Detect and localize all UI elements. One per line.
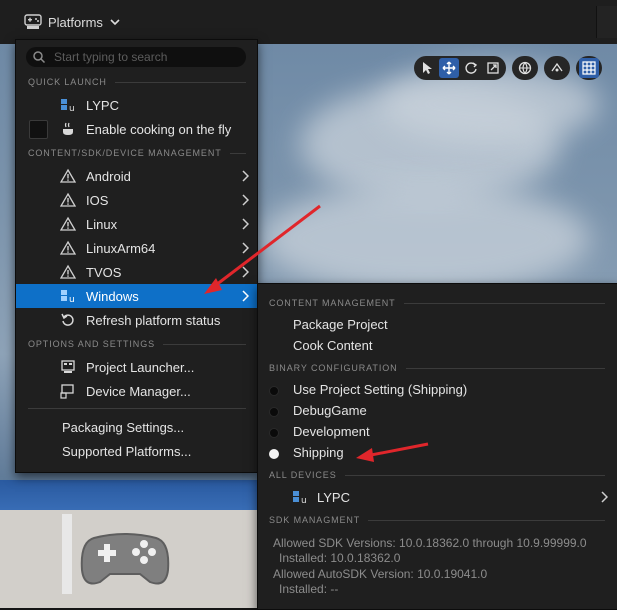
section-header-quick-launch: QUICK LAUNCH <box>28 76 246 88</box>
toolbar-edge <box>596 6 617 38</box>
chevron-right-icon <box>242 266 249 278</box>
submenu-item-shipping[interactable]: Shipping <box>293 445 344 460</box>
launcher-icon <box>61 360 75 373</box>
sdk-allowed-versions: Allowed SDK Versions: 10.0.18362.0 throu… <box>273 536 587 550</box>
menu-item-linux[interactable]: Linux <box>16 212 257 236</box>
surface-snap-icon[interactable] <box>547 58 567 78</box>
chevron-right-icon <box>242 290 249 302</box>
menu-item-device-manager[interactable]: Device Manager... <box>16 379 257 403</box>
viewport-toolbar <box>414 56 602 80</box>
grid-icon[interactable] <box>579 58 599 78</box>
select-icon[interactable] <box>417 58 437 78</box>
search-input[interactable] <box>52 49 246 65</box>
platforms-menu: QUICK LAUNCH u LYPC Enable cooking on th… <box>15 39 258 473</box>
submenu-item-debuggame[interactable]: DebugGame <box>293 403 367 418</box>
world-icon[interactable] <box>515 58 535 78</box>
search-box[interactable] <box>26 47 246 67</box>
radio-use-project-setting[interactable] <box>269 386 279 396</box>
submenu-item-use-project-setting[interactable]: Use Project Setting (Shipping) <box>293 382 467 397</box>
chevron-right-icon <box>601 491 608 503</box>
autosdk-allowed-version: Allowed AutoSDK Version: 10.0.19041.0 <box>273 567 488 581</box>
warning-icon <box>60 168 76 183</box>
warning-icon <box>60 216 76 231</box>
unreal-windows-icon: u <box>61 290 75 304</box>
chevron-right-icon <box>242 194 249 206</box>
device-label: LYPC <box>317 490 350 505</box>
unreal-windows-icon: u <box>61 99 75 113</box>
grid-tools <box>576 56 602 80</box>
device-manager-icon <box>60 384 74 399</box>
rotate-icon[interactable] <box>461 58 481 78</box>
warning-icon <box>60 264 76 279</box>
section-header-binary-configuration: BINARY CONFIGURATION <box>269 362 605 374</box>
windows-submenu: CONTENT MANAGEMENT Package Project Cook … <box>257 283 617 610</box>
section-header-content-management: CONTENT MANAGEMENT <box>269 297 605 309</box>
submenu-item-cook-content[interactable]: Cook Content <box>293 338 373 353</box>
section-header-options: OPTIONS AND SETTINGS <box>28 338 246 350</box>
svg-text:u: u <box>301 496 307 505</box>
sdk-installed: Installed: 10.0.18362.0 <box>279 551 401 565</box>
submenu-item-package-project[interactable]: Package Project <box>293 317 388 332</box>
cook-pot-icon <box>63 122 73 135</box>
menu-divider <box>28 408 246 409</box>
gamepad-icon <box>24 14 42 29</box>
menu-item-linuxarm64[interactable]: LinuxArm64 <box>16 236 257 260</box>
menu-item-enable-cooking[interactable]: Enable cooking on the fly <box>16 117 257 141</box>
menu-item-project-launcher[interactable]: Project Launcher... <box>16 355 257 379</box>
gamepad-actor-icon <box>80 533 170 585</box>
menu-item-supported-platforms[interactable]: Supported Platforms... <box>62 444 191 459</box>
radio-development[interactable] <box>269 428 279 438</box>
svg-text:u: u <box>69 295 75 304</box>
unreal-windows-icon: u <box>293 491 307 505</box>
menu-item-lypc[interactable]: u LYPC <box>16 93 257 117</box>
transform-tools <box>414 56 506 80</box>
submenu-item-lypc[interactable]: u LYPC <box>258 486 617 508</box>
cooking-checkbox[interactable] <box>29 120 48 139</box>
cloud <box>260 184 590 294</box>
section-header-all-devices: ALL DEVICES <box>269 469 605 481</box>
warning-icon <box>60 240 76 255</box>
snap-tools <box>544 56 570 80</box>
warning-icon <box>60 192 76 207</box>
autosdk-installed: Installed: -- <box>279 582 339 596</box>
menu-item-packaging-settings[interactable]: Packaging Settings... <box>62 420 184 435</box>
translate-icon[interactable] <box>439 58 459 78</box>
section-header-sdk-management: SDK MANAGMENT <box>269 514 605 526</box>
menu-item-windows[interactable]: u Windows <box>16 284 257 308</box>
submenu-item-development[interactable]: Development <box>293 424 370 439</box>
chevron-down-icon <box>110 19 120 26</box>
flag-pole <box>62 514 72 594</box>
menu-item-ios[interactable]: IOS <box>16 188 257 212</box>
radio-shipping[interactable] <box>269 449 279 459</box>
platforms-label: Platforms <box>48 14 103 30</box>
refresh-icon <box>61 313 74 326</box>
chevron-right-icon <box>242 170 249 182</box>
search-icon <box>33 51 46 64</box>
svg-text:u: u <box>69 104 75 113</box>
platforms-button[interactable]: Platforms <box>18 8 127 36</box>
scale-icon[interactable] <box>483 58 503 78</box>
section-header-content-sdk: CONTENT/SDK/DEVICE MANAGEMENT <box>28 147 246 159</box>
chevron-right-icon <box>242 242 249 254</box>
chevron-right-icon <box>242 218 249 230</box>
radio-debuggame[interactable] <box>269 407 279 417</box>
menu-item-refresh-platform-status[interactable]: Refresh platform status <box>16 308 257 332</box>
menu-item-android[interactable]: Android <box>16 164 257 188</box>
world-tools <box>512 56 538 80</box>
menu-item-tvos[interactable]: TVOS <box>16 260 257 284</box>
